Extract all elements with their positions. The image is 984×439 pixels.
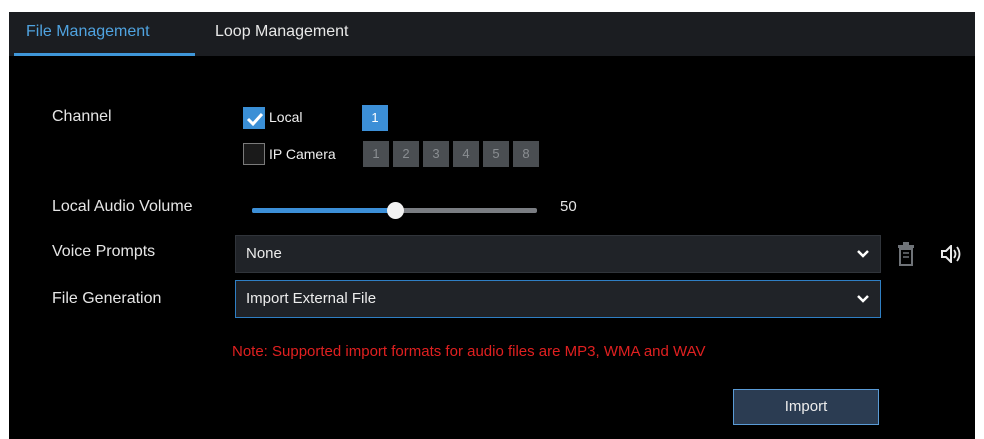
checkmark-icon (246, 112, 264, 127)
file-generation-value: Import External File (246, 290, 377, 307)
channel-label: Channel (52, 108, 112, 125)
audio-volume-slider[interactable] (252, 202, 537, 219)
file-generation-select[interactable]: Import External File (235, 280, 881, 318)
ip-camera-label: IP Camera (269, 146, 336, 162)
voice-prompts-value: None (246, 245, 282, 262)
import-button[interactable]: Import (733, 389, 879, 425)
tab-bar: File Management Loop Management (9, 12, 975, 56)
ip-channel-3-button[interactable]: 3 (423, 141, 449, 167)
import-format-note: Note: Supported import formats for audio… (232, 343, 706, 360)
local-label: Local (269, 109, 303, 125)
ip-camera-checkbox[interactable] (243, 143, 265, 165)
voice-prompts-label: Voice Prompts (52, 243, 156, 260)
ip-channel-4-button[interactable]: 4 (453, 141, 479, 167)
audio-volume-fill (252, 208, 395, 213)
ip-channel-1-button[interactable]: 1 (363, 141, 389, 167)
ip-channel-2-button[interactable]: 2 (393, 141, 419, 167)
local-checkbox[interactable] (243, 107, 265, 129)
ip-channel-5-button[interactable]: 5 (483, 141, 509, 167)
ip-channel-8-button[interactable]: 8 (513, 141, 539, 167)
audio-volume-knob[interactable] (386, 202, 404, 219)
voice-prompts-select[interactable]: None (235, 235, 881, 273)
local-channel-1-button[interactable]: 1 (362, 105, 388, 131)
audio-volume-label: Local Audio Volume (52, 198, 193, 215)
trash-icon[interactable] (896, 241, 916, 272)
settings-panel: File Management Loop Management Channel … (9, 12, 975, 439)
file-generation-label: File Generation (52, 290, 162, 307)
audio-volume-value: 50 (560, 198, 577, 215)
chevron-down-icon (857, 250, 869, 258)
tab-file-management[interactable]: File Management (26, 12, 150, 56)
tab-loop-management[interactable]: Loop Management (215, 12, 348, 56)
active-tab-indicator (14, 53, 195, 56)
speaker-icon[interactable] (941, 243, 963, 268)
chevron-down-icon (857, 295, 869, 303)
